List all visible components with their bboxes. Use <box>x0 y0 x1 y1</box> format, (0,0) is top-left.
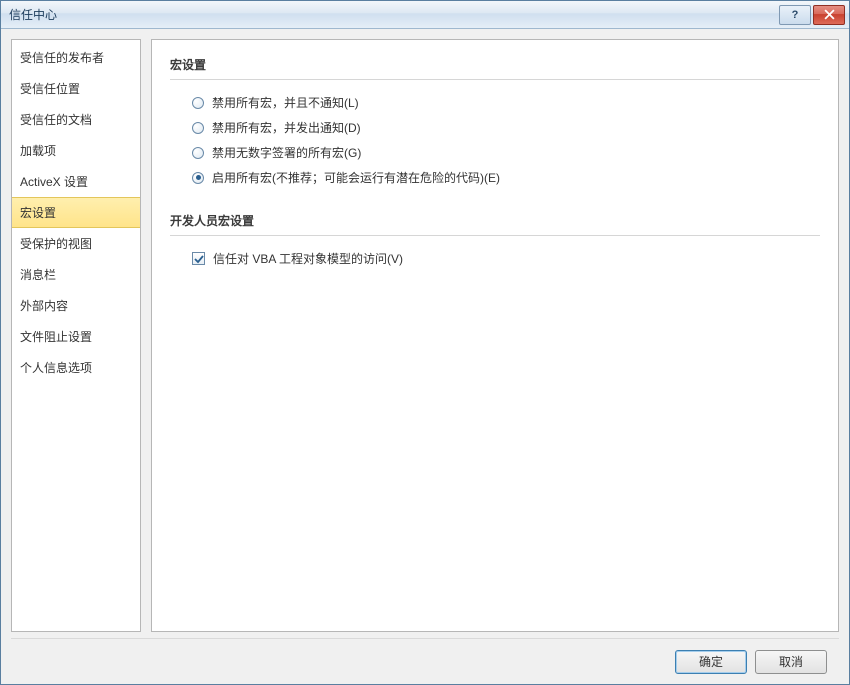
radio-label: 禁用无数字签署的所有宏(G) <box>212 144 361 161</box>
dialog-window: 信任中心 ? 受信任的发布者 受信任位置 受信任的文档 加载项 ActiveX … <box>0 0 850 685</box>
close-icon <box>824 9 835 20</box>
checkbox-label: 信任对 VBA 工程对象模型的访问(V) <box>213 250 403 267</box>
sidebar-item-trusted-documents[interactable]: 受信任的文档 <box>12 104 140 135</box>
sidebar-item-trusted-publishers[interactable]: 受信任的发布者 <box>12 42 140 73</box>
radio-icon <box>192 172 204 184</box>
client-area: 受信任的发布者 受信任位置 受信任的文档 加载项 ActiveX 设置 宏设置 … <box>1 29 849 684</box>
radio-disable-no-notify[interactable]: 禁用所有宏，并且不通知(L) <box>170 90 820 115</box>
sidebar-item-message-bar[interactable]: 消息栏 <box>12 259 140 290</box>
radio-icon <box>192 97 204 109</box>
titlebar[interactable]: 信任中心 ? <box>1 1 849 29</box>
sidebar-item-external-content[interactable]: 外部内容 <box>12 290 140 321</box>
sidebar-item-protected-view[interactable]: 受保护的视图 <box>12 228 140 259</box>
checkbox-icon <box>192 252 205 265</box>
checkbox-trust-vba-model[interactable]: 信任对 VBA 工程对象模型的访问(V) <box>170 246 820 271</box>
body-area: 受信任的发布者 受信任位置 受信任的文档 加载项 ActiveX 设置 宏设置 … <box>11 39 839 632</box>
window-title: 信任中心 <box>9 6 779 23</box>
sidebar: 受信任的发布者 受信任位置 受信任的文档 加载项 ActiveX 设置 宏设置 … <box>11 39 141 632</box>
cancel-button[interactable]: 取消 <box>755 650 827 674</box>
radio-label: 禁用所有宏，并且不通知(L) <box>212 94 359 111</box>
radio-icon <box>192 147 204 159</box>
sidebar-item-trusted-locations[interactable]: 受信任位置 <box>12 73 140 104</box>
sidebar-item-privacy-options[interactable]: 个人信息选项 <box>12 352 140 383</box>
help-button[interactable]: ? <box>779 5 811 25</box>
sidebar-item-addins[interactable]: 加载项 <box>12 135 140 166</box>
sidebar-item-file-block[interactable]: 文件阻止设置 <box>12 321 140 352</box>
radio-label: 启用所有宏(不推荐；可能会运行有潜在危险的代码)(E) <box>212 169 500 186</box>
close-button[interactable] <box>813 5 845 25</box>
sidebar-item-activex-settings[interactable]: ActiveX 设置 <box>12 166 140 197</box>
section-developer-title: 开发人员宏设置 <box>170 208 820 236</box>
main-panel: 宏设置 禁用所有宏，并且不通知(L) 禁用所有宏，并发出通知(D) 禁用无数字签… <box>151 39 839 632</box>
radio-label: 禁用所有宏，并发出通知(D) <box>212 119 361 136</box>
section-macro-settings-title: 宏设置 <box>170 52 820 80</box>
ok-button[interactable]: 确定 <box>675 650 747 674</box>
radio-enable-all[interactable]: 启用所有宏(不推荐；可能会运行有潜在危险的代码)(E) <box>170 165 820 190</box>
check-icon <box>194 254 204 264</box>
sidebar-item-macro-settings[interactable]: 宏设置 <box>12 197 140 228</box>
window-buttons: ? <box>779 5 845 25</box>
radio-disable-unsigned[interactable]: 禁用无数字签署的所有宏(G) <box>170 140 820 165</box>
radio-icon <box>192 122 204 134</box>
radio-disable-notify[interactable]: 禁用所有宏，并发出通知(D) <box>170 115 820 140</box>
dialog-footer: 确定 取消 <box>11 638 839 684</box>
